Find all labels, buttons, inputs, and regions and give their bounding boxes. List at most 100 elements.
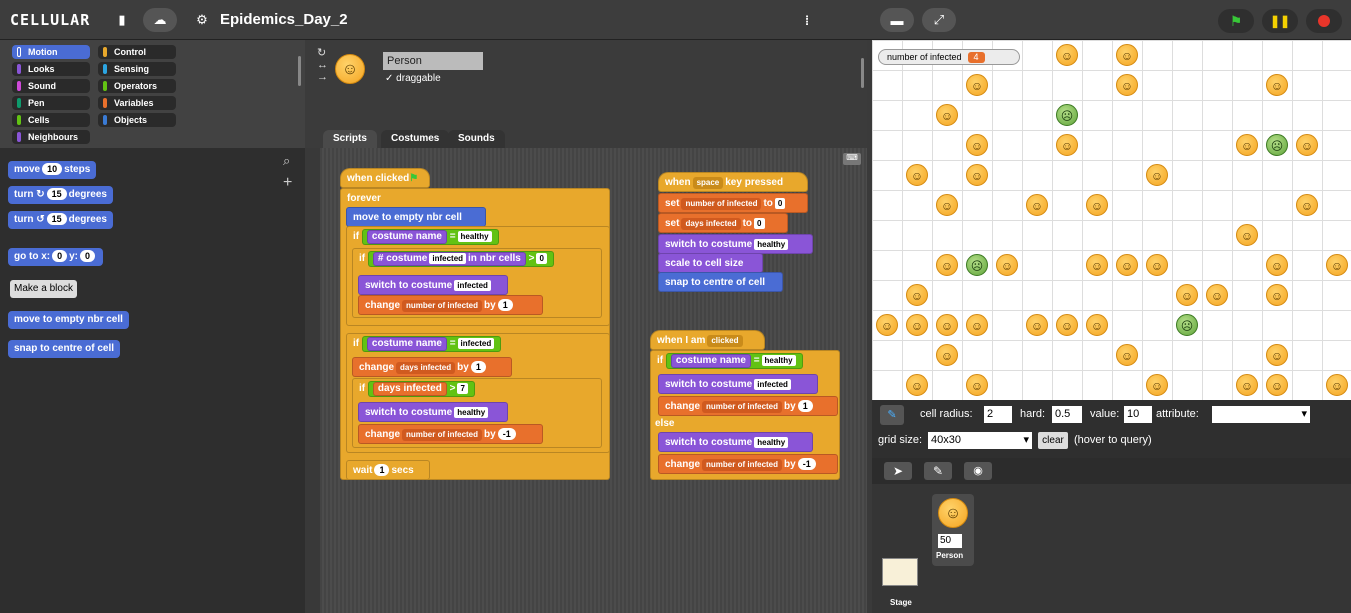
smiley-face-icon[interactable]: ☺ [996, 254, 1018, 276]
category-motion[interactable]: Motion [12, 45, 90, 59]
switch-costume-healthy-block[interactable]: switch to costume healthy [358, 402, 508, 422]
category-control[interactable]: Control [98, 45, 176, 59]
fullscreen-stage-icon[interactable]: ⤢ [922, 8, 956, 32]
hat-when-clicked-block[interactable]: when I am clicked [650, 330, 765, 350]
smiley-face-icon[interactable]: ☺ [1086, 314, 1108, 336]
normal-stage-icon[interactable]: ▬ [880, 8, 914, 32]
sick-face-icon[interactable]: ☹ [1176, 314, 1198, 336]
smiley-face-icon[interactable]: ☺ [1326, 374, 1348, 396]
smiley-face-icon[interactable]: ☺ [1236, 374, 1258, 396]
change-number-infected-block[interactable]: change number of infected by 1 [358, 295, 543, 315]
smiley-face-icon[interactable]: ☺ [936, 104, 958, 126]
stage-options-icon[interactable]: ⁞ [790, 8, 824, 32]
smiley-face-icon[interactable]: ☺ [1266, 344, 1288, 366]
smiley-face-icon[interactable]: ☺ [1326, 254, 1348, 276]
stage-thumbnail[interactable] [882, 558, 918, 586]
smiley-face-icon[interactable]: ☺ [936, 344, 958, 366]
hat-key-pressed-block[interactable]: when space key pressed [658, 172, 808, 192]
smiley-face-icon[interactable]: ☺ [1086, 194, 1108, 216]
switch-costume-healthy-block-2[interactable]: switch to costume healthy [658, 234, 813, 254]
smiley-face-icon[interactable]: ☺ [1236, 134, 1258, 156]
stage[interactable]: ☺ ☺ ☺ ☺ ☺ ☺ ☹ ☺ ☺ ☺ ☹ ☺ ☺ ☺ ☺ ☺ ☺ ☺ ☺ ☺ ☺ ☹ ☺ ☺ ☺ ☺ ☺ ☺ ☺ ☺ ☺ ☺ ☺ ☺ ☺ ☺ ☺ ☺ ☺ ☹… [872, 40, 1351, 400]
move-to-empty-nbr-cell-block[interactable]: move to empty nbr cell [346, 207, 486, 227]
category-neighbours[interactable]: Neighbours [12, 130, 90, 144]
scale-to-cell-size-block[interactable]: scale to cell size [658, 253, 763, 273]
category-looks[interactable]: Looks [12, 62, 90, 76]
smiley-face-icon[interactable]: ☺ [1266, 74, 1288, 96]
rotation-style-buttons[interactable]: ↻ ↔ → [317, 46, 328, 83]
smiley-face-icon[interactable]: ☺ [966, 134, 988, 156]
smiley-face-icon[interactable]: ☺ [1176, 284, 1198, 306]
smiley-face-icon[interactable]: ☺ [966, 314, 988, 336]
palette-block-move-steps[interactable]: move 10 steps [8, 161, 97, 179]
smiley-face-icon[interactable]: ☺ [1116, 44, 1138, 66]
palette-block-turn-ccw[interactable]: turn ↺ 15 degrees [8, 211, 113, 229]
category-pen[interactable]: Pen [12, 96, 90, 110]
camera-icon[interactable]: ◉ [964, 462, 992, 480]
set-number-infected-block[interactable]: set number of infected to 0 [658, 193, 808, 213]
draggable-checkbox[interactable]: ✓ draggable [385, 73, 441, 84]
smiley-face-icon[interactable]: ☺ [966, 164, 988, 186]
smiley-face-icon[interactable]: ☺ [906, 164, 928, 186]
hard-input[interactable]: 0.5 [1052, 406, 1082, 423]
green-flag-button[interactable]: ⚑ [1218, 9, 1254, 33]
smiley-face-icon[interactable]: ☺ [1146, 164, 1168, 186]
keyboard-icon[interactable]: ⌨ [843, 153, 861, 165]
cloud-icon[interactable]: ☁ [143, 8, 177, 32]
make-a-block-button[interactable]: Make a block [10, 280, 77, 298]
sprite-name-input[interactable]: Person [383, 52, 483, 70]
category-sound[interactable]: Sound [12, 79, 90, 93]
change-number-infected-minus-block[interactable]: change number of infected by -1 [358, 424, 543, 444]
category-variables[interactable]: Variables [98, 96, 176, 110]
stop-button[interactable] [1306, 9, 1342, 33]
smiley-face-icon[interactable]: ☺ [1116, 254, 1138, 276]
cell-radius-input[interactable]: 2 [984, 406, 1012, 423]
attribute-select[interactable]: ▾ [1212, 406, 1310, 423]
smiley-face-icon[interactable]: ☺ [906, 314, 928, 336]
smiley-face-icon[interactable]: ☺ [1146, 254, 1168, 276]
paint-brush-icon[interactable]: ✎ [880, 405, 904, 425]
smiley-face-icon[interactable]: ☺ [936, 194, 958, 216]
change-number-infected-block-2[interactable]: change number of infected by 1 [658, 396, 838, 416]
category-cells[interactable]: Cells [12, 113, 90, 127]
smiley-face-icon[interactable]: ☺ [1056, 44, 1078, 66]
value-input[interactable]: 10 [1124, 406, 1152, 423]
smiley-face-icon[interactable]: ☺ [1116, 74, 1138, 96]
tab-scripts[interactable]: Scripts [323, 130, 377, 148]
number-of-infected-watcher[interactable]: number of infected 4 [878, 49, 1020, 65]
smiley-face-icon[interactable]: ☺ [936, 314, 958, 336]
smiley-face-icon[interactable]: ☺ [876, 314, 898, 336]
smiley-face-icon[interactable]: ☺ [1026, 194, 1048, 216]
palette-block-go-to-xy[interactable]: go to x: 0 y: 0 [8, 248, 104, 266]
change-days-infected-block[interactable]: change days infected by 1 [352, 357, 512, 377]
smiley-face-icon[interactable]: ☺ [1236, 224, 1258, 246]
settings-icon[interactable]: ⚙ [190, 8, 214, 32]
sick-face-icon[interactable]: ☹ [966, 254, 988, 276]
set-days-infected-block[interactable]: set days infected to 0 [658, 213, 788, 233]
palette-block-move-to-empty-nbr-cell[interactable]: move to empty nbr cell [8, 311, 129, 329]
add-icon[interactable]: + [283, 175, 297, 191]
category-operators[interactable]: Operators [98, 79, 176, 93]
smiley-face-icon[interactable]: ☺ [1266, 254, 1288, 276]
smiley-face-icon[interactable]: ☺ [1116, 344, 1138, 366]
smiley-face-icon[interactable]: ☺ [1266, 284, 1288, 306]
smiley-face-icon[interactable]: ☺ [906, 284, 928, 306]
file-icon[interactable]: ▮ [112, 8, 132, 32]
category-objects[interactable]: Objects [98, 113, 176, 127]
pause-button[interactable]: ❚❚ [1262, 9, 1298, 33]
brush-tool-icon[interactable]: ✎ [924, 462, 952, 480]
switch-costume-infected-block[interactable]: switch to costume infected [358, 275, 508, 295]
smiley-face-icon[interactable]: ☺ [1026, 314, 1048, 336]
sprite-icon-person[interactable]: ☺ 50 Person [932, 494, 974, 566]
stage-resize-handle[interactable] [861, 58, 864, 88]
arrow-tool-icon[interactable]: ➤ [884, 462, 912, 480]
search-icon[interactable]: ⌕ [283, 154, 297, 168]
tab-sounds[interactable]: Sounds [448, 130, 505, 148]
smiley-face-icon[interactable]: ☺ [966, 374, 988, 396]
smiley-face-icon[interactable]: ☺ [1056, 314, 1078, 336]
sick-face-icon[interactable]: ☹ [1056, 104, 1078, 126]
smiley-face-icon[interactable]: ☺ [936, 254, 958, 276]
smiley-face-icon[interactable]: ☺ [1206, 284, 1228, 306]
smiley-face-icon[interactable]: ☺ [1056, 134, 1078, 156]
palette-resize-handle[interactable] [298, 56, 301, 86]
